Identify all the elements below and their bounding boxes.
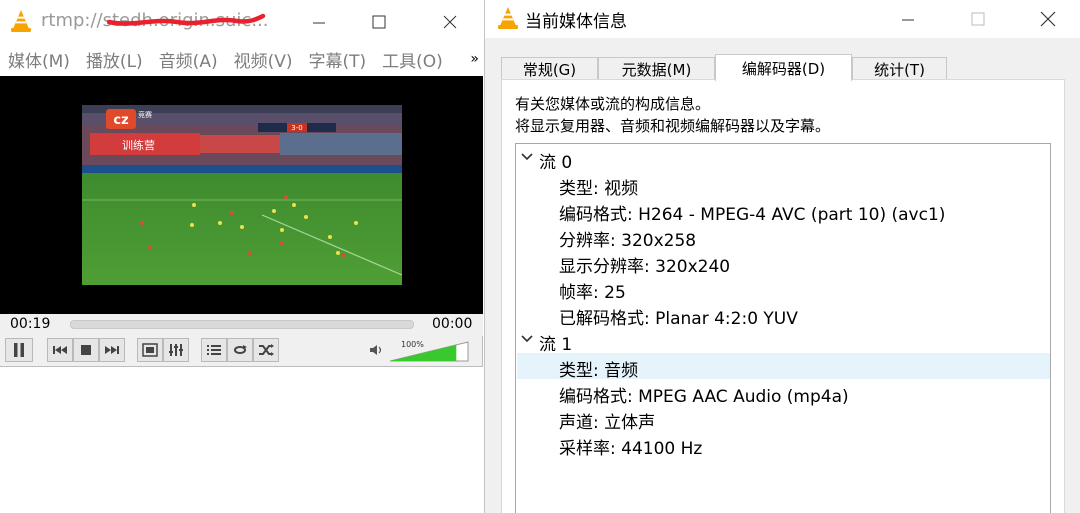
seek-slider[interactable] xyxy=(70,320,414,329)
media-info-window: 当前媒体信息 常规(G) 元数据(M) 编解码器(D) 统计(T) 有关您媒体或… xyxy=(484,0,1080,513)
fullscreen-button[interactable] xyxy=(137,338,163,362)
overlay-score: 3-0 xyxy=(291,124,302,132)
overlay-banner: 训练营 xyxy=(122,138,155,152)
stop-button[interactable] xyxy=(73,338,99,362)
time-current: 00:19 xyxy=(10,316,51,332)
overlay-logo-side: 竞赛 xyxy=(138,110,152,119)
minimize-icon xyxy=(902,19,914,21)
player-menubar: 媒体(M) 播放(L) 音频(A) 视频(V) 字幕(T) 工具(O) » xyxy=(0,43,483,76)
tree-item[interactable]: 帧率: 25 xyxy=(517,275,1050,303)
time-total: 00:00 xyxy=(432,316,473,332)
playlist-button[interactable] xyxy=(201,338,227,362)
shuffle-button[interactable] xyxy=(253,338,279,362)
volume-percent: 100% xyxy=(401,340,424,349)
player-close-button[interactable] xyxy=(427,0,473,43)
stop-icon xyxy=(81,345,91,355)
speaker-icon[interactable] xyxy=(369,344,383,356)
pause-button[interactable] xyxy=(5,338,33,362)
previous-button[interactable] xyxy=(47,338,73,362)
seek-row: 00:19 00:00 xyxy=(0,314,483,336)
tab-codec[interactable]: 编解码器(D) xyxy=(715,54,852,81)
loop-icon xyxy=(233,345,247,354)
minimize-icon xyxy=(313,22,325,23)
tree-stream-0[interactable]: 流 0 xyxy=(517,145,1050,173)
tree-item[interactable]: 声道: 立体声 xyxy=(517,405,1050,433)
desktop: rtmp://stedh.origin.suic... 媒体(M) 播放(L) … xyxy=(0,0,1080,513)
tree-item-selected[interactable]: 类型: 音频 xyxy=(517,353,1050,381)
fullscreen-icon xyxy=(142,343,158,357)
tree-item[interactable]: 显示分辨率: 320x240 xyxy=(517,249,1050,277)
codec-tab-pane: 有关您媒体或流的构成信息。 将显示复用器、音频和视频编解码器以及字幕。 流 0 … xyxy=(501,79,1065,513)
pause-icon xyxy=(14,343,24,357)
extended-settings-icon xyxy=(169,344,183,356)
info-close-button[interactable] xyxy=(1025,0,1071,38)
menu-subtitle[interactable]: 字幕(T) xyxy=(309,47,367,72)
vlc-cone-icon xyxy=(11,10,31,32)
tab-statistics[interactable]: 统计(T) xyxy=(852,57,947,81)
vlc-cone-icon xyxy=(498,7,518,29)
vlc-player-window: rtmp://stedh.origin.suic... 媒体(M) 播放(L) … xyxy=(0,0,483,367)
codec-description-line2: 将显示复用器、音频和视频编解码器以及字幕。 xyxy=(515,117,831,135)
tree-item[interactable]: 已解码格式: Planar 4:2:0 YUV xyxy=(517,301,1050,329)
overlay-logo: cz xyxy=(113,113,128,128)
codec-tree[interactable]: 流 0 类型: 视频 编码格式: H264 - MPEG-4 AVC (part… xyxy=(515,143,1051,513)
next-icon xyxy=(105,346,119,354)
loop-button[interactable] xyxy=(227,338,253,362)
video-frame: cz 竞赛 3-0 训练营 xyxy=(82,105,402,285)
menu-playback[interactable]: 播放(L) xyxy=(86,47,143,72)
redaction-scribble xyxy=(107,13,266,26)
tab-general[interactable]: 常规(G) xyxy=(501,57,598,81)
info-title: 当前媒体信息 xyxy=(525,12,627,32)
tree-item[interactable]: 编码格式: MPEG AAC Audio (mp4a) xyxy=(517,379,1050,407)
menu-tools[interactable]: 工具(O) xyxy=(382,47,443,72)
tree-stream-1[interactable]: 流 1 xyxy=(517,327,1050,355)
menu-overflow-button[interactable]: » xyxy=(470,51,479,67)
info-titlebar: 当前媒体信息 xyxy=(485,0,1080,38)
tab-metadata[interactable]: 元数据(M) xyxy=(598,57,715,81)
extended-settings-button[interactable] xyxy=(163,338,189,362)
next-button[interactable] xyxy=(99,338,125,362)
player-minimize-button[interactable] xyxy=(296,0,342,43)
codec-description-line1: 有关您媒体或流的构成信息。 xyxy=(515,95,711,113)
menu-video[interactable]: 视频(V) xyxy=(234,47,293,72)
shuffle-icon xyxy=(259,344,274,356)
maximize-icon xyxy=(372,15,386,28)
tree-item[interactable]: 编码格式: H264 - MPEG-4 AVC (part 10) (avc1) xyxy=(517,197,1050,225)
info-minimize-button[interactable] xyxy=(885,0,931,38)
info-tabs: 常规(G) 元数据(M) 编解码器(D) 统计(T) xyxy=(501,54,947,81)
maximize-icon xyxy=(971,12,985,26)
chevron-down-icon[interactable] xyxy=(521,335,533,343)
info-maximize-button[interactable] xyxy=(955,0,1001,38)
close-icon xyxy=(1040,11,1056,27)
menu-media[interactable]: 媒体(M) xyxy=(8,47,70,72)
video-area[interactable]: cz 竞赛 3-0 训练营 xyxy=(0,76,483,314)
close-icon xyxy=(443,15,457,28)
menu-audio[interactable]: 音频(A) xyxy=(159,47,218,72)
player-titlebar: rtmp://stedh.origin.suic... xyxy=(0,0,483,43)
tree-item[interactable]: 分辨率: 320x258 xyxy=(517,223,1050,251)
playlist-icon xyxy=(207,345,221,355)
player-maximize-button[interactable] xyxy=(356,0,402,43)
chevron-down-icon[interactable] xyxy=(521,153,533,161)
control-bar: 100% xyxy=(0,336,483,366)
tree-item[interactable]: 类型: 视频 xyxy=(517,171,1050,199)
prev-icon xyxy=(53,346,67,354)
tree-item[interactable]: 采样率: 44100 Hz xyxy=(517,431,1050,459)
